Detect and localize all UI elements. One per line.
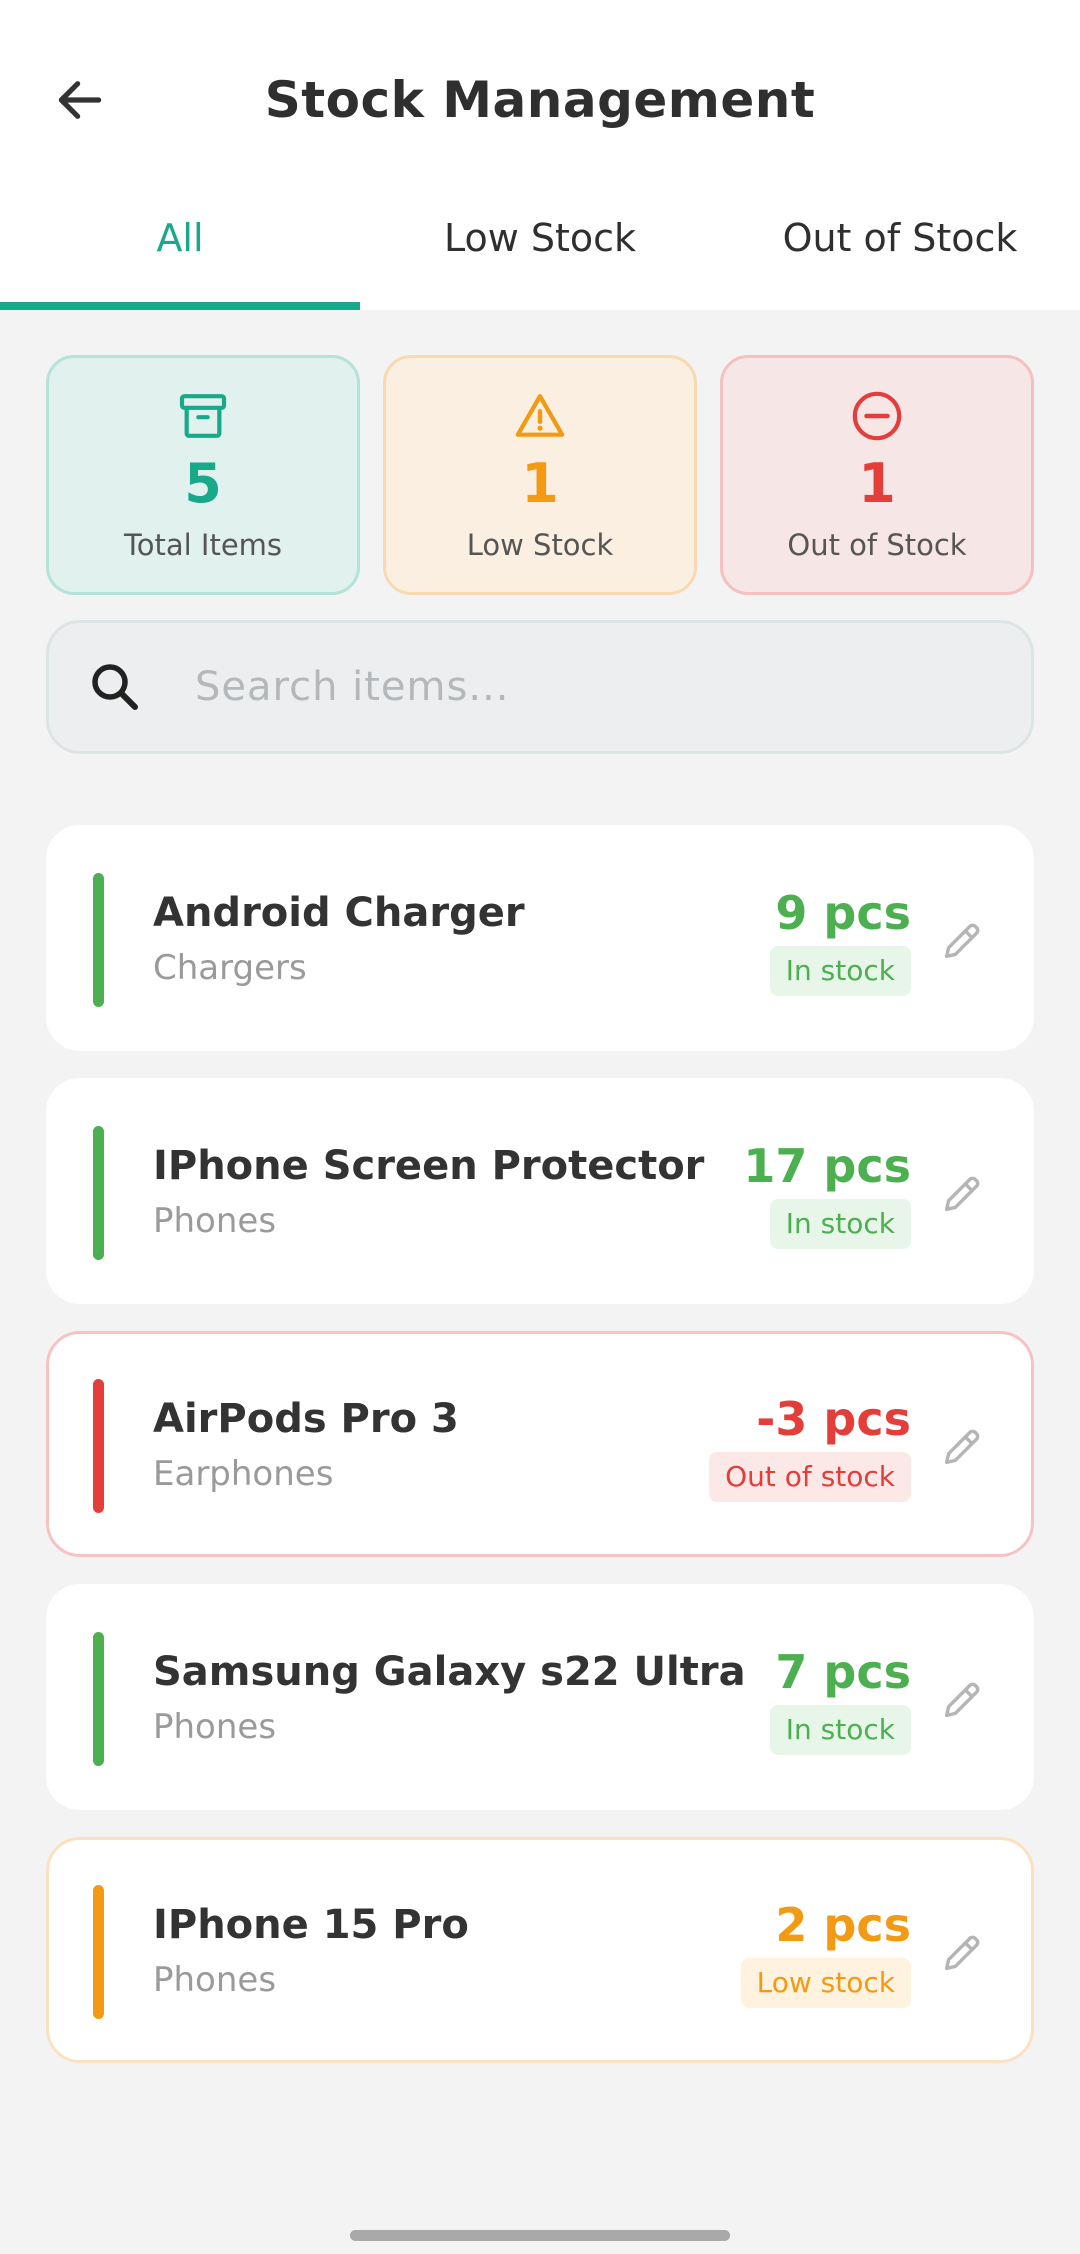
- status-indicator-bar: [93, 1126, 104, 1260]
- pencil-edit-icon[interactable]: [939, 1171, 985, 1217]
- item-category: Phones: [153, 1707, 277, 1747]
- pencil-edit-icon[interactable]: [939, 1424, 985, 1470]
- pencil-edit-icon[interactable]: [939, 1930, 985, 1976]
- stats-summary: 5 Total Items 1 Low Stock 1 Out of Stock: [46, 355, 1034, 595]
- search-bar[interactable]: [46, 620, 1034, 754]
- status-badge: In stock: [769, 946, 911, 996]
- status-badge: Out of stock: [709, 1452, 911, 1502]
- status-indicator-bar: [93, 1632, 104, 1766]
- item-name: Android Charger: [153, 890, 525, 936]
- item-category: Phones: [153, 1960, 277, 2000]
- pencil-edit-icon[interactable]: [939, 918, 985, 964]
- stock-item-card[interactable]: Android Charger Chargers 9 pcs In stock: [46, 825, 1034, 1051]
- item-category: Earphones: [153, 1454, 334, 1494]
- search-icon: [92, 664, 138, 710]
- tab-bar: All Low Stock Out of Stock: [0, 180, 1080, 310]
- stock-item-card[interactable]: IPhone 15 Pro Phones 2 pcs Low stock: [46, 1837, 1034, 2063]
- total-items-label: Total Items: [123, 528, 283, 562]
- archive-box-icon: [179, 394, 227, 438]
- item-category: Chargers: [153, 948, 307, 988]
- item-quantity: 7 pcs: [775, 1645, 911, 1699]
- tab-low-stock[interactable]: Low Stock: [360, 180, 720, 310]
- low-stock-count: 1: [521, 452, 559, 515]
- status-indicator-bar: [93, 1885, 104, 2019]
- stat-card-low-stock[interactable]: 1 Low Stock: [383, 355, 697, 595]
- item-name: Samsung Galaxy s22 Ultra: [153, 1649, 746, 1695]
- out-of-stock-label: Out of Stock: [787, 528, 967, 562]
- status-badge: In stock: [769, 1705, 911, 1755]
- item-name: AirPods Pro 3: [153, 1396, 459, 1442]
- stat-card-out-of-stock[interactable]: 1 Out of Stock: [720, 355, 1034, 595]
- item-quantity: 2 pcs: [775, 1898, 911, 1952]
- status-indicator-bar: [93, 873, 104, 1007]
- home-indicator: [350, 2230, 730, 2241]
- item-category: Phones: [153, 1201, 277, 1241]
- item-quantity: 17 pcs: [743, 1139, 911, 1193]
- minus-circle-icon: [852, 391, 902, 441]
- tab-all[interactable]: All: [0, 180, 360, 310]
- status-badge: Low stock: [740, 1958, 911, 2008]
- stock-item-list: Android Charger Chargers 9 pcs In stock IPho…: [46, 825, 1034, 2090]
- low-stock-label: Low Stock: [466, 528, 614, 562]
- item-name: IPhone Screen Protector: [153, 1143, 705, 1189]
- item-quantity: -3 pcs: [756, 1392, 911, 1446]
- pencil-edit-icon[interactable]: [939, 1677, 985, 1723]
- status-badge: In stock: [769, 1199, 911, 1249]
- stock-item-card[interactable]: Samsung Galaxy s22 Ultra Phones 7 pcs In st…: [46, 1584, 1034, 1810]
- search-input[interactable]: [195, 664, 955, 710]
- stock-item-card[interactable]: IPhone Screen Protector Phones 17 pcs In st…: [46, 1078, 1034, 1304]
- app-bar: Stock Management All Low Stock Out of St…: [0, 0, 1080, 310]
- total-items-count: 5: [184, 452, 222, 515]
- item-quantity: 9 pcs: [775, 886, 911, 940]
- status-indicator-bar: [93, 1379, 104, 1513]
- item-name: IPhone 15 Pro: [153, 1902, 469, 1948]
- stat-card-total-items[interactable]: 5 Total Items: [46, 355, 360, 595]
- out-of-stock-count: 1: [858, 452, 896, 515]
- stock-item-card[interactable]: AirPods Pro 3 Earphones -3 pcs Out of stock: [46, 1331, 1034, 1557]
- tab-out-of-stock[interactable]: Out of Stock: [720, 180, 1080, 310]
- page-title: Stock Management: [264, 71, 816, 129]
- warning-triangle-icon: [515, 394, 565, 437]
